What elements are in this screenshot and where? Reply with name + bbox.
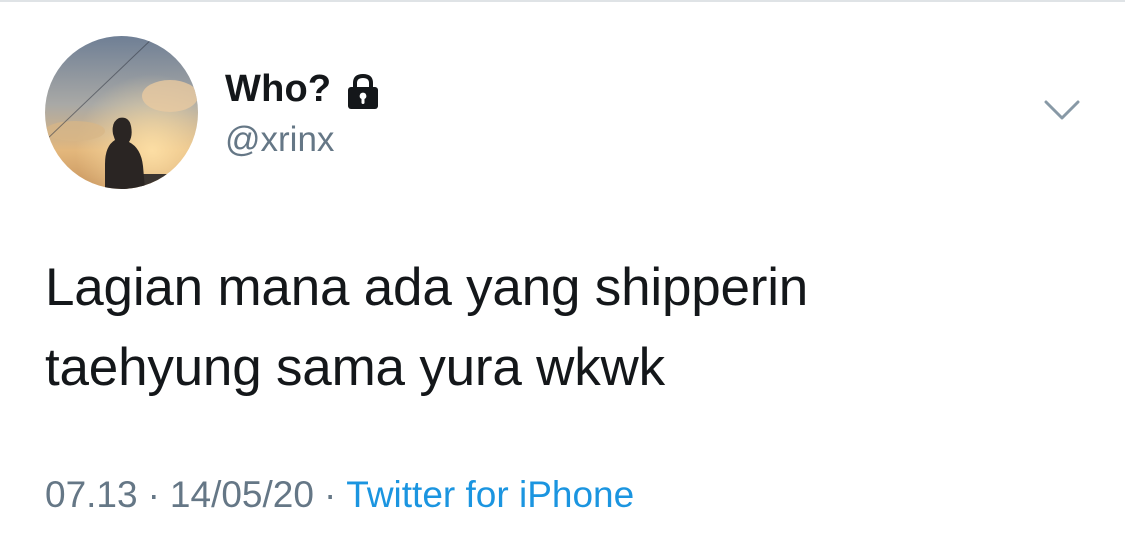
profile-photo-icon (45, 36, 198, 189)
tweet-meta: 07.13 · 14/05/20 · Twitter for iPhone (45, 474, 634, 516)
avatar[interactable] (45, 36, 198, 189)
meta-separator: · (147, 474, 160, 515)
lock-icon (343, 71, 383, 111)
tweet-text: Lagian mana ada yang shipperin taehyung … (45, 248, 1085, 408)
tweet-source-link[interactable]: Twitter for iPhone (346, 474, 634, 515)
tweet-text-line-2: taehyung sama yura wkwk (45, 338, 665, 397)
tweet-text-line-1: Lagian mana ada yang shipperin (45, 258, 809, 317)
chevron-down-icon[interactable] (1044, 98, 1080, 122)
top-divider (0, 0, 1125, 2)
author-name-row: Who? (225, 66, 383, 112)
tweet-time[interactable]: 07.13 (45, 474, 138, 515)
tweet-date[interactable]: 14/05/20 (170, 474, 314, 515)
username[interactable]: @xrinx (225, 120, 334, 160)
meta-separator: · (323, 474, 337, 515)
display-name[interactable]: Who? (225, 68, 331, 111)
